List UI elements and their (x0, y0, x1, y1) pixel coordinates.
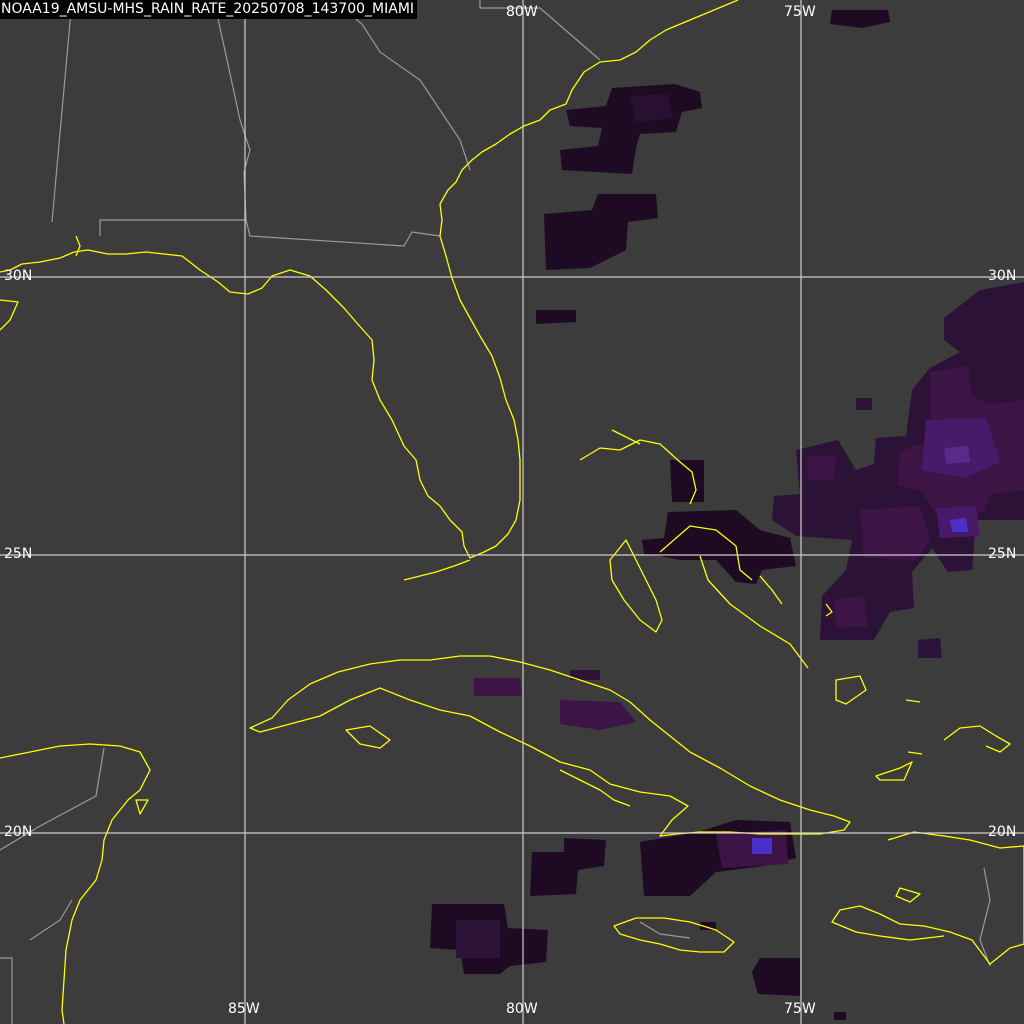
rain-cell (456, 920, 500, 958)
lon-label-bottom-75w: 75W (784, 1001, 816, 1017)
rain-cell (474, 678, 522, 696)
lat-label-right-30n: 30N (988, 268, 1017, 284)
rain-cell (944, 446, 970, 464)
rain-cell (630, 94, 672, 122)
rain-cell (856, 398, 872, 410)
rain-cell (834, 1012, 846, 1020)
lat-label-left-30n: 30N (4, 268, 33, 284)
satellite-map[interactable]: 80W 75W 85W 80W 75W 30N 25N 20N 30N 25N … (0, 0, 1024, 1024)
lon-label-top-80w: 80W (506, 4, 538, 20)
lat-label-left-25n: 25N (4, 546, 33, 562)
product-title: NOAA19_AMSU-MHS_RAIN_RATE_20250708_14370… (0, 0, 418, 19)
rain-cell (834, 596, 868, 628)
lat-label-left-20n: 20N (4, 824, 33, 840)
rain-cell (950, 518, 968, 532)
rain-cell (536, 310, 576, 324)
rain-cell (752, 838, 772, 854)
rain-cell (752, 958, 800, 996)
rain-cell (918, 638, 942, 658)
rain-cell (670, 460, 704, 502)
rain-cell (806, 456, 836, 480)
rain-cell (860, 506, 930, 560)
lon-label-bottom-80w: 80W (506, 1001, 538, 1017)
lat-label-right-25n: 25N (988, 546, 1017, 562)
lon-label-bottom-85w: 85W (228, 1001, 260, 1017)
lat-label-right-20n: 20N (988, 824, 1017, 840)
lon-label-top-75w: 75W (784, 4, 816, 20)
